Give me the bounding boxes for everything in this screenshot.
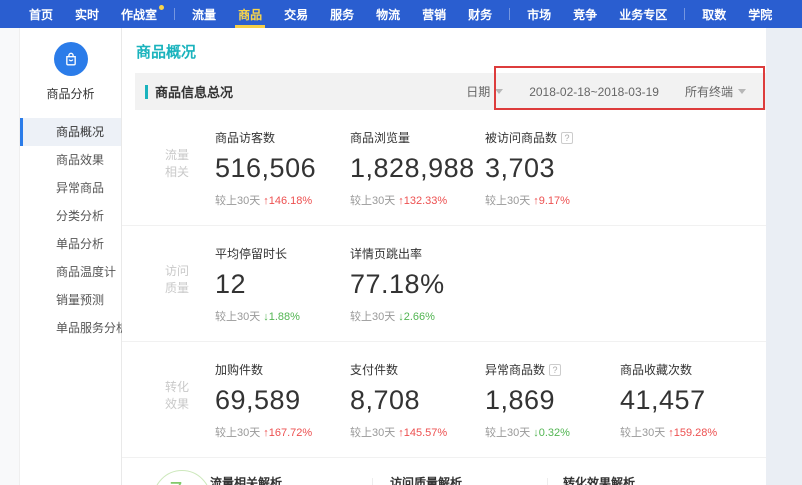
right-edge-strip <box>766 28 802 485</box>
main-content: 商品概况 商品信息总况 日期 2018-02-18~2018-03-19 所有终… <box>122 28 766 485</box>
sidebar-item-sales-forecast[interactable]: 销量预测 <box>20 286 121 314</box>
metric-value: 8,708 <box>350 385 485 416</box>
metric-item-pageviews: 商品浏览量 1,828,988 较上30天↑132.33% <box>350 129 485 208</box>
date-filter-dropdown[interactable]: 日期 <box>466 83 503 100</box>
insight-conversion: 转化效果解析 加购转化率表现还不错，但支付转化率低于同行平均，赶快到异常商品并结… <box>563 474 753 485</box>
insight-visit-quality: 访问质量解析 虽然商品详情页日均跳出率比同行平均好，但平均停留时间低于同行平均，… <box>390 474 562 485</box>
change-down: ↓1.88% <box>263 311 300 323</box>
nav-divider <box>684 8 685 20</box>
sidebar-item-goods-effect[interactable]: 商品效果 <box>20 146 121 174</box>
metric-row-conversion: 转化效果 加购件数 69,589 较上30天↑167.72% 支付件数 8,70… <box>122 341 766 457</box>
nav-item-trade[interactable]: 交易 <box>273 0 319 28</box>
change-up: ↑132.33% <box>398 195 447 207</box>
sidebar-item-goods-thermometer[interactable]: 商品温度计 <box>20 258 121 286</box>
metric-item-bounce-rate: 详情页跳出率 77.18% 较上30天↓2.66% <box>350 245 485 324</box>
metric-item-cart-adds: 加购件数 69,589 较上30天↑167.72% <box>215 361 350 440</box>
left-edge-strip <box>0 28 20 485</box>
metric-item-paid-units: 支付件数 8,708 较上30天↑145.57% <box>350 361 485 440</box>
nav-item-realtime[interactable]: 实时 <box>64 0 110 28</box>
nav-item-marketing[interactable]: 营销 <box>411 0 457 28</box>
sidebar: 商品分析 商品概况 商品效果 异常商品 分类分析 单品分析 商品温度计 销量预测… <box>20 28 122 485</box>
filters: 日期 2018-02-18~2018-03-19 所有终端 <box>466 83 746 100</box>
goods-analysis-icon <box>54 42 88 76</box>
sidebar-panel-title: 商品分析 <box>20 85 121 102</box>
nav-item-bizzone[interactable]: 业务专区 <box>608 0 678 28</box>
metric-value: 3,703 <box>485 153 620 184</box>
metric-item-visited-goods: 被访问商品数 3,703 较上30天↑9.17% <box>485 129 620 208</box>
nav-item-warroom[interactable]: 作战室 <box>110 0 168 28</box>
nav-item-service[interactable]: 服务 <box>319 0 365 28</box>
change-up: ↑9.17% <box>533 195 570 207</box>
chevron-down-icon <box>495 89 503 94</box>
metric-item-avg-stay-time: 平均停留时长 12 较上30天↓1.88% <box>215 245 350 324</box>
metric-value: 1,828,988 <box>350 153 485 184</box>
help-icon[interactable] <box>561 132 573 144</box>
nav-item-traffic[interactable]: 流量 <box>181 0 227 28</box>
terminal-filter-dropdown[interactable]: 所有终端 <box>685 83 746 100</box>
change-up: ↑167.72% <box>263 427 312 439</box>
metric-value: 12 <box>215 269 350 300</box>
nav-item-competition[interactable]: 竞争 <box>562 0 608 28</box>
nav-divider <box>509 8 510 20</box>
nav-item-data-fetch[interactable]: 取数 <box>691 0 737 28</box>
chevron-down-icon <box>738 89 746 94</box>
section-header-bar: 商品信息总况 日期 2018-02-18~2018-03-19 所有终端 <box>135 73 766 110</box>
sidebar-item-single-item-analysis[interactable]: 单品分析 <box>20 230 121 258</box>
sidebar-item-category-analysis[interactable]: 分类分析 <box>20 202 121 230</box>
notification-dot-icon <box>159 5 164 10</box>
seven-day-badge: 7天 数据解读 <box>153 470 211 485</box>
metric-row-visit-quality: 访问质量 平均停留时长 12 较上30天↓1.88% 详情页跳出率 77.18%… <box>122 225 766 341</box>
metric-value: 77.18% <box>350 269 485 300</box>
help-icon[interactable] <box>549 364 561 376</box>
change-up: ↑146.18% <box>263 195 312 207</box>
date-range-value[interactable]: 2018-02-18~2018-03-19 <box>529 85 659 99</box>
nav-item-academy[interactable]: 学院 <box>737 0 783 28</box>
sidebar-item-single-item-service[interactable]: 单品服务分析 <box>20 314 121 342</box>
change-down: ↓0.32% <box>533 427 570 439</box>
sidebar-item-goods-overview[interactable]: 商品概况 <box>20 118 121 146</box>
section-accent-bar <box>145 85 148 99</box>
nav-item-logistics[interactable]: 物流 <box>365 0 411 28</box>
metric-row-traffic: 流量相关 商品访客数 516,506 较上30天↑146.18% 商品浏览量 1… <box>122 110 766 225</box>
change-up: ↑145.57% <box>398 427 447 439</box>
metric-item-favorites: 商品收藏次数 41,457 较上30天↑159.28% <box>620 361 755 440</box>
group-label-traffic: 流量相关 <box>165 129 215 208</box>
change-down: ↓2.66% <box>398 311 435 323</box>
metric-value: 1,869 <box>485 385 620 416</box>
nav-item-home[interactable]: 首页 <box>18 0 64 28</box>
insights-section: 7天 数据解读 流量相关解析 访问质量解析 虽然商品详情页日均跳出率比同行平均好… <box>122 457 766 485</box>
nav-item-goods[interactable]: 商品 <box>227 0 273 28</box>
group-label-visit-quality: 访问质量 <box>165 245 215 324</box>
metric-item-abnormal-goods: 异常商品数 1,869 较上30天↓0.32% <box>485 361 620 440</box>
top-nav: 首页 实时 作战室 流量 商品 交易 服务 物流 营销 财务 市场 竞争 业务专… <box>0 0 802 28</box>
insight-traffic: 流量相关解析 <box>210 474 360 485</box>
nav-divider <box>174 8 175 20</box>
metric-item-visitors: 商品访客数 516,506 较上30天↑146.18% <box>215 129 350 208</box>
section-title: 商品信息总况 <box>155 82 233 101</box>
column-divider <box>372 478 373 485</box>
sidebar-item-abnormal-goods[interactable]: 异常商品 <box>20 174 121 202</box>
metric-value: 69,589 <box>215 385 350 416</box>
metric-value: 41,457 <box>620 385 755 416</box>
page-title: 商品概况 <box>122 28 766 73</box>
nav-item-market[interactable]: 市场 <box>516 0 562 28</box>
sidebar-header: 商品分析 <box>20 28 121 118</box>
metric-value: 516,506 <box>215 153 350 184</box>
nav-item-finance[interactable]: 财务 <box>457 0 503 28</box>
group-label-conversion: 转化效果 <box>165 361 215 440</box>
change-up: ↑159.28% <box>668 427 717 439</box>
